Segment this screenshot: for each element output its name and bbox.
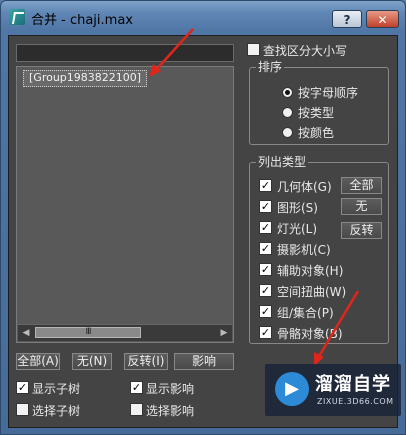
select-influences-label: 选择影响	[146, 404, 195, 418]
show-influences-checkbox[interactable]: ✓	[130, 381, 143, 394]
type-bones-checkbox[interactable]: ✓	[259, 326, 272, 339]
type-shapes-label: 图形(S)	[277, 201, 318, 215]
play-logo-icon: ▶	[275, 372, 309, 406]
type-helpers-checkbox[interactable]: ✓	[259, 263, 272, 276]
title-bar[interactable]: 合并 - chaji.max ? ✕	[1, 1, 405, 35]
select-all-button[interactable]: 全部(A)	[16, 353, 60, 370]
sort-group-title: 排序	[256, 60, 285, 74]
show-influences-label: 显示影响	[146, 382, 195, 396]
watermark-title: 溜溜自学	[315, 374, 391, 395]
type-space-warps-checkbox[interactable]: ✓	[259, 284, 272, 297]
case-sensitive-checkbox[interactable]	[247, 43, 260, 56]
window-title: 合并 - chaji.max	[31, 13, 133, 28]
object-search-input[interactable]	[16, 44, 234, 62]
site-watermark: ▶ 溜溜自学 ZIXUE.3D66.COM	[265, 364, 401, 416]
merge-dialog-window: 合并 - chaji.max ? ✕ [Group1983822100] ◀ I…	[0, 0, 406, 435]
show-tree-label: 显示子树	[32, 382, 81, 396]
type-cameras-label: 摄影机(C)	[277, 243, 331, 257]
close-button[interactable]: ✕	[366, 10, 399, 28]
type-geometry-label: 几何体(G)	[277, 180, 332, 194]
sort-alphabetical-label: 按字母顺序	[298, 86, 359, 100]
sort-alphabetical-radio[interactable]	[282, 87, 293, 98]
select-tree-checkbox[interactable]	[16, 403, 29, 416]
sort-group: 排序 按字母顺序 按类型 按颜色	[249, 60, 389, 145]
scroll-left-arrow-icon[interactable]: ◀	[18, 325, 34, 341]
types-none-button[interactable]: 无	[341, 198, 382, 215]
sort-by-type-label: 按类型	[298, 106, 335, 120]
scroll-right-arrow-icon[interactable]: ▶	[216, 325, 232, 341]
sort-by-type-radio[interactable]	[282, 107, 293, 118]
influences-button[interactable]: 影响	[174, 353, 234, 370]
annotation-arrow-top	[149, 28, 194, 77]
select-none-button[interactable]: 无(N)	[72, 353, 112, 370]
object-list[interactable]: [Group1983822100] ◀ III ▶	[16, 66, 234, 343]
type-helpers-label: 辅助对象(H)	[277, 264, 344, 278]
help-button[interactable]: ?	[332, 10, 362, 28]
watermark-url: ZIXUE.3D66.COM	[317, 397, 394, 406]
type-lights-label: 灯光(L)	[277, 222, 318, 236]
list-types-group-title: 列出类型	[256, 155, 309, 169]
type-shapes-checkbox[interactable]: ✓	[259, 200, 272, 213]
sort-by-color-radio[interactable]	[282, 127, 293, 138]
select-influences-checkbox[interactable]	[130, 403, 143, 416]
select-tree-label: 选择子树	[32, 404, 81, 418]
type-geometry-checkbox[interactable]: ✓	[259, 179, 272, 192]
type-lights-checkbox[interactable]: ✓	[259, 221, 272, 234]
types-all-button[interactable]: 全部	[341, 177, 382, 194]
sort-by-color-label: 按颜色	[298, 126, 335, 140]
type-cameras-checkbox[interactable]: ✓	[259, 242, 272, 255]
invert-selection-button[interactable]: 反转(I)	[124, 353, 168, 370]
case-sensitive-label: 查找区分大小写	[263, 44, 348, 58]
scrollbar-thumb[interactable]: III	[35, 327, 141, 338]
list-item[interactable]: [Group1983822100]	[23, 70, 148, 87]
show-tree-checkbox[interactable]: ✓	[16, 381, 29, 394]
type-groups-checkbox[interactable]: ✓	[259, 305, 272, 318]
types-invert-button[interactable]: 反转	[341, 222, 382, 239]
3dsmax-app-icon	[9, 9, 25, 25]
horizontal-scrollbar[interactable]: ◀ III ▶	[18, 324, 232, 341]
annotation-arrow-bottom	[314, 290, 360, 366]
